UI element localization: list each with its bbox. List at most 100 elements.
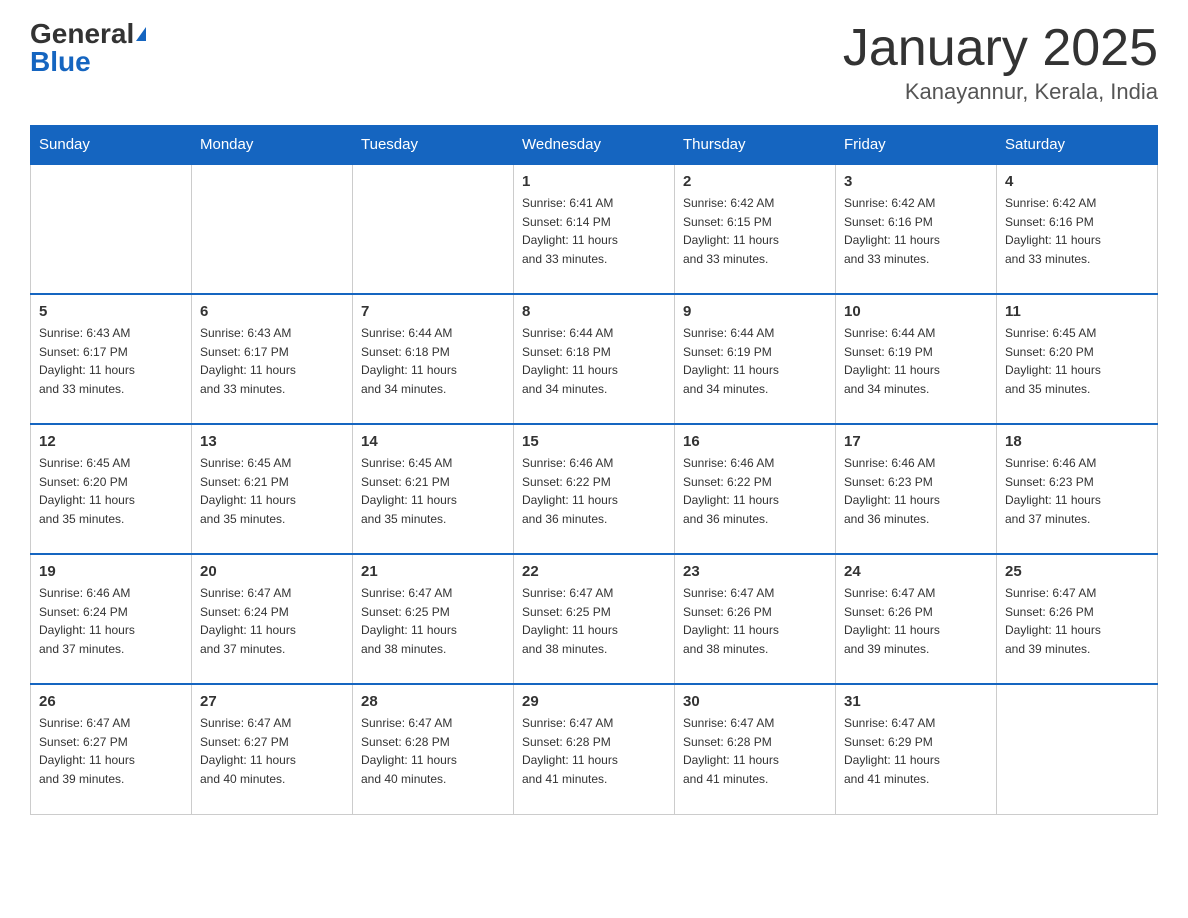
day-info: Sunrise: 6:45 AM Sunset: 6:20 PM Dayligh… (1005, 324, 1149, 398)
calendar-cell: 16 Sunrise: 6:46 AM Sunset: 6:22 PM Dayli… (675, 424, 836, 554)
calendar-cell: 21Sunrise: 6:47 AM Sunset: 6:25 PM Dayli… (353, 554, 514, 684)
calendar-cell: 9 Sunrise: 6:44 AM Sunset: 6:19 PM Daylig… (675, 294, 836, 424)
day-number: 30 (683, 693, 827, 710)
day-info: Sunrise: 6:46 AM Sunset: 6:22 PM Dayligh… (522, 454, 666, 528)
day-info: Sunrise: 6:46 AM Sunset: 6:23 PM Dayligh… (1005, 454, 1149, 528)
day-number: 22 (522, 563, 666, 580)
header-row: Sunday Monday Tuesday Wednesday Thursday… (31, 126, 1158, 165)
day-number: 17 (844, 433, 988, 450)
day-number: 21 (361, 563, 505, 580)
calendar-cell: 5 Sunrise: 6:43 AM Sunset: 6:17 PM Daylig… (31, 294, 192, 424)
day-info: Sunrise: 6:41 AM Sunset: 6:14 PM Dayligh… (522, 194, 666, 268)
calendar-cell: 11 Sunrise: 6:45 AM Sunset: 6:20 PM Dayli… (997, 294, 1158, 424)
day-info: Sunrise: 6:44 AM Sunset: 6:19 PM Dayligh… (844, 324, 988, 398)
day-info: Sunrise: 6:42 AM Sunset: 6:16 PM Dayligh… (1005, 194, 1149, 268)
calendar-cell: 6Sunrise: 6:43 AM Sunset: 6:17 PM Daylig… (192, 294, 353, 424)
day-info: Sunrise: 6:47 AM Sunset: 6:27 PM Dayligh… (200, 714, 344, 788)
logo-blue-text: Blue (30, 48, 91, 76)
day-number: 18 (1005, 433, 1149, 450)
day-info: Sunrise: 6:46 AM Sunset: 6:23 PM Dayligh… (844, 454, 988, 528)
day-number: 31 (844, 693, 988, 710)
col-friday: Friday (836, 126, 997, 165)
day-number: 10 (844, 303, 988, 320)
calendar-cell: 26 Sunrise: 6:47 AM Sunset: 6:27 PM Dayli… (31, 684, 192, 814)
location-text: Kanayannur, Kerala, India (843, 79, 1158, 105)
day-info: Sunrise: 6:47 AM Sunset: 6:26 PM Dayligh… (1005, 584, 1149, 658)
calendar-cell (31, 164, 192, 294)
calendar-cell: 7Sunrise: 6:44 AM Sunset: 6:18 PM Daylig… (353, 294, 514, 424)
calendar-week-2: 5 Sunrise: 6:43 AM Sunset: 6:17 PM Daylig… (31, 294, 1158, 424)
day-number: 27 (200, 693, 344, 710)
calendar-cell: 3Sunrise: 6:42 AM Sunset: 6:16 PM Daylig… (836, 164, 997, 294)
day-info: Sunrise: 6:47 AM Sunset: 6:26 PM Dayligh… (683, 584, 827, 658)
logo: General Blue (30, 20, 146, 76)
day-info: Sunrise: 6:42 AM Sunset: 6:16 PM Dayligh… (844, 194, 988, 268)
calendar-cell (997, 684, 1158, 814)
calendar-cell: 1Sunrise: 6:41 AM Sunset: 6:14 PM Daylig… (514, 164, 675, 294)
day-number: 20 (200, 563, 344, 580)
col-tuesday: Tuesday (353, 126, 514, 165)
logo-triangle-icon (136, 27, 146, 41)
title-block: January 2025 Kanayannur, Kerala, India (843, 20, 1158, 105)
col-sunday: Sunday (31, 126, 192, 165)
calendar-cell: 27 Sunrise: 6:47 AM Sunset: 6:27 PM Dayli… (192, 684, 353, 814)
day-number: 28 (361, 693, 505, 710)
calendar-cell: 12 Sunrise: 6:45 AM Sunset: 6:20 PM Dayli… (31, 424, 192, 554)
calendar-cell: 28 Sunrise: 6:47 AM Sunset: 6:28 PM Dayli… (353, 684, 514, 814)
page-header: General Blue January 2025 Kanayannur, Ke… (30, 20, 1158, 105)
day-info: Sunrise: 6:47 AM Sunset: 6:28 PM Dayligh… (683, 714, 827, 788)
calendar-cell: 24 Sunrise: 6:47 AM Sunset: 6:26 PM Dayli… (836, 554, 997, 684)
calendar-cell: 18 Sunrise: 6:46 AM Sunset: 6:23 PM Dayli… (997, 424, 1158, 554)
logo-general-text: General (30, 20, 134, 48)
day-info: Sunrise: 6:47 AM Sunset: 6:28 PM Dayligh… (361, 714, 505, 788)
day-number: 9 (683, 303, 827, 320)
month-title: January 2025 (843, 20, 1158, 77)
calendar-cell: 22Sunrise: 6:47 AM Sunset: 6:25 PM Dayli… (514, 554, 675, 684)
day-number: 4 (1005, 173, 1149, 190)
calendar-cell: 17 Sunrise: 6:46 AM Sunset: 6:23 PM Dayli… (836, 424, 997, 554)
calendar-cell: 19Sunrise: 6:46 AM Sunset: 6:24 PM Dayli… (31, 554, 192, 684)
calendar-week-1: 1Sunrise: 6:41 AM Sunset: 6:14 PM Daylig… (31, 164, 1158, 294)
col-wednesday: Wednesday (514, 126, 675, 165)
calendar-cell: 2Sunrise: 6:42 AM Sunset: 6:15 PM Daylig… (675, 164, 836, 294)
col-monday: Monday (192, 126, 353, 165)
day-info: Sunrise: 6:44 AM Sunset: 6:19 PM Dayligh… (683, 324, 827, 398)
day-info: Sunrise: 6:42 AM Sunset: 6:15 PM Dayligh… (683, 194, 827, 268)
day-info: Sunrise: 6:46 AM Sunset: 6:24 PM Dayligh… (39, 584, 183, 658)
day-info: Sunrise: 6:46 AM Sunset: 6:22 PM Dayligh… (683, 454, 827, 528)
day-info: Sunrise: 6:43 AM Sunset: 6:17 PM Dayligh… (39, 324, 183, 398)
calendar-week-4: 19Sunrise: 6:46 AM Sunset: 6:24 PM Dayli… (31, 554, 1158, 684)
calendar-body: 1Sunrise: 6:41 AM Sunset: 6:14 PM Daylig… (31, 164, 1158, 814)
day-info: Sunrise: 6:45 AM Sunset: 6:21 PM Dayligh… (200, 454, 344, 528)
calendar-cell: 13 Sunrise: 6:45 AM Sunset: 6:21 PM Dayli… (192, 424, 353, 554)
day-number: 15 (522, 433, 666, 450)
calendar-cell: 10 Sunrise: 6:44 AM Sunset: 6:19 PM Dayli… (836, 294, 997, 424)
day-info: Sunrise: 6:44 AM Sunset: 6:18 PM Dayligh… (361, 324, 505, 398)
day-number: 24 (844, 563, 988, 580)
day-info: Sunrise: 6:47 AM Sunset: 6:26 PM Dayligh… (844, 584, 988, 658)
calendar-cell (353, 164, 514, 294)
day-info: Sunrise: 6:45 AM Sunset: 6:20 PM Dayligh… (39, 454, 183, 528)
day-number: 8 (522, 303, 666, 320)
day-info: Sunrise: 6:45 AM Sunset: 6:21 PM Dayligh… (361, 454, 505, 528)
calendar-cell: 25Sunrise: 6:47 AM Sunset: 6:26 PM Dayli… (997, 554, 1158, 684)
col-thursday: Thursday (675, 126, 836, 165)
day-number: 16 (683, 433, 827, 450)
calendar-cell: 20Sunrise: 6:47 AM Sunset: 6:24 PM Dayli… (192, 554, 353, 684)
day-info: Sunrise: 6:47 AM Sunset: 6:29 PM Dayligh… (844, 714, 988, 788)
day-number: 12 (39, 433, 183, 450)
day-info: Sunrise: 6:47 AM Sunset: 6:27 PM Dayligh… (39, 714, 183, 788)
calendar-week-5: 26 Sunrise: 6:47 AM Sunset: 6:27 PM Dayli… (31, 684, 1158, 814)
col-saturday: Saturday (997, 126, 1158, 165)
day-number: 13 (200, 433, 344, 450)
calendar-cell: 30 Sunrise: 6:47 AM Sunset: 6:28 PM Dayli… (675, 684, 836, 814)
day-number: 5 (39, 303, 183, 320)
day-info: Sunrise: 6:47 AM Sunset: 6:28 PM Dayligh… (522, 714, 666, 788)
day-number: 26 (39, 693, 183, 710)
calendar-cell: 8Sunrise: 6:44 AM Sunset: 6:18 PM Daylig… (514, 294, 675, 424)
calendar-cell: 4 Sunrise: 6:42 AM Sunset: 6:16 PM Daylig… (997, 164, 1158, 294)
calendar-cell (192, 164, 353, 294)
calendar-header: Sunday Monday Tuesday Wednesday Thursday… (31, 126, 1158, 165)
day-number: 11 (1005, 303, 1149, 320)
calendar-cell: 29Sunrise: 6:47 AM Sunset: 6:28 PM Dayli… (514, 684, 675, 814)
